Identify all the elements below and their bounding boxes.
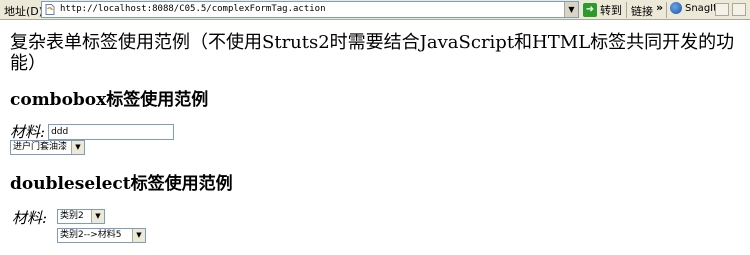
- material-subselect[interactable]: 类别2-->材料5 ▼: [57, 228, 146, 243]
- url-field[interactable]: http://localhost:8088/C05.5/complexFormT…: [41, 1, 579, 18]
- chevron-down-icon[interactable]: ▼: [71, 141, 84, 154]
- go-button[interactable]: ➜ 转到: [583, 2, 622, 18]
- category-select[interactable]: 类别2 ▼: [57, 209, 105, 224]
- chevron-down-icon[interactable]: ▼: [564, 2, 578, 17]
- snagit-label: SnagIt: [685, 2, 718, 14]
- address-bar: 地址(D) http://localhost:8088/C05.5/comple…: [0, 0, 750, 20]
- toolbar-divider: [626, 2, 627, 18]
- material-input[interactable]: [48, 123, 175, 140]
- toolbar-divider: [666, 2, 667, 18]
- doubleselect-heading: doubleselect标签使用范例: [10, 174, 233, 194]
- url-text[interactable]: http://localhost:8088/C05.5/complexFormT…: [60, 4, 326, 14]
- material-select-value: 进户门套油漆: [13, 142, 68, 152]
- page-content: 复杂表单标签使用范例（不使用Struts2时需要结合JavaScript和HTM…: [10, 32, 740, 74]
- material-select[interactable]: 进户门套油漆 ▼: [10, 140, 85, 155]
- combobox-heading: combobox标签使用范例: [10, 90, 209, 110]
- snagit-button[interactable]: SnagIt: [670, 2, 717, 14]
- snagit-icon: [670, 2, 682, 14]
- go-arrow-icon: ➜: [583, 3, 597, 17]
- material-label: 材料:: [10, 123, 46, 141]
- category-select-value: 类别2: [60, 211, 84, 221]
- combobox-row: 材料:: [10, 121, 175, 142]
- go-label: 转到: [600, 4, 622, 17]
- page-icon: [45, 4, 55, 15]
- chevron-down-icon[interactable]: ▼: [132, 229, 145, 242]
- address-label: 地址(D): [4, 5, 44, 18]
- toolbar-overflow-chevron[interactable]: »: [656, 1, 663, 14]
- material-subselect-value: 类别2-->材料5: [60, 230, 122, 240]
- page-title: 复杂表单标签使用范例（不使用Struts2时需要结合JavaScript和HTM…: [10, 32, 735, 74]
- doubleselect-label: 材料:: [12, 209, 48, 227]
- snagit-options-button[interactable]: [732, 3, 746, 16]
- snagit-capture-button[interactable]: [715, 3, 729, 16]
- chevron-down-icon[interactable]: ▼: [91, 210, 104, 223]
- links-button[interactable]: 链接: [631, 3, 653, 19]
